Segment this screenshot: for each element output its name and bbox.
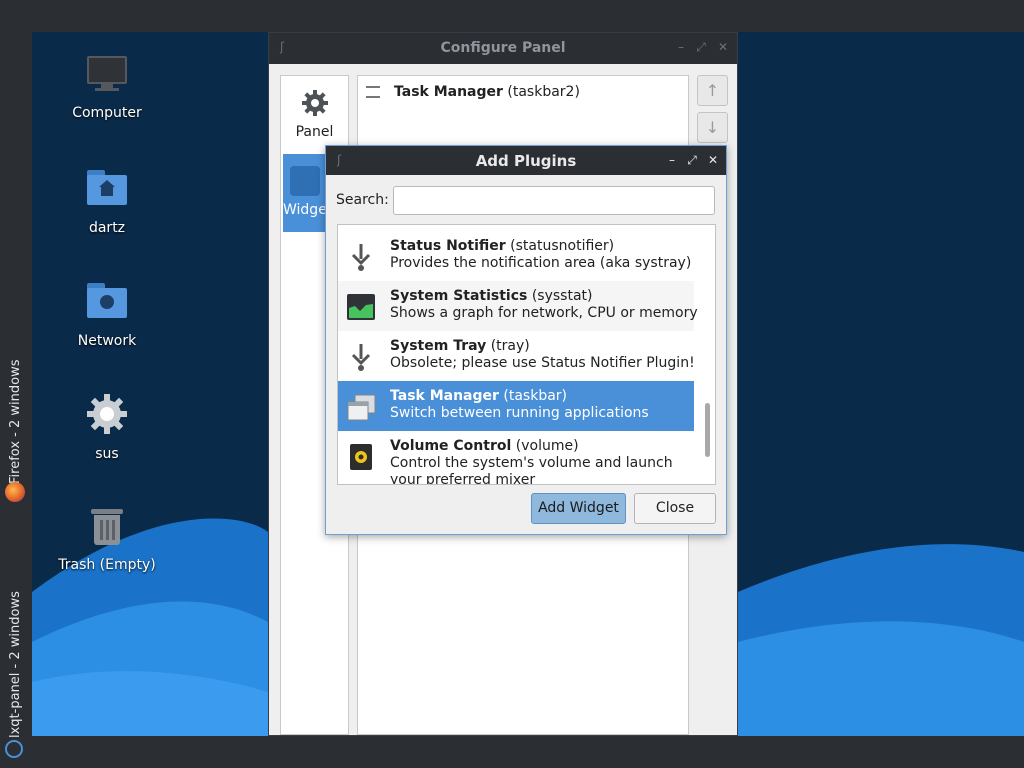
desktop-icon-label: dartz xyxy=(88,220,126,236)
plugin-item-sysstat[interactable]: System Statistics (sysstat) Shows a grap… xyxy=(338,281,698,331)
windows-icon xyxy=(347,394,376,421)
plugin-description: Shows a graph for network, CPU or memory xyxy=(390,305,698,321)
plugin-id: (taskbar) xyxy=(503,388,568,404)
desktop-icon-dartz[interactable]: dartz xyxy=(52,166,162,236)
download-arrow-icon xyxy=(351,244,371,271)
gear-icon xyxy=(85,392,129,436)
plugin-name: System Tray xyxy=(390,338,487,354)
desktop-icon-trash[interactable]: Trash (Empty) xyxy=(52,505,162,573)
plugin-item-statusnotifier[interactable]: Status Notifier (statusnotifier) Provide… xyxy=(338,231,694,281)
close-window-button[interactable]: ✕ xyxy=(716,39,730,55)
home-folder-icon xyxy=(85,166,129,210)
plugin-id: (tray) xyxy=(490,338,530,354)
download-arrow-icon xyxy=(351,344,371,371)
plugin-id: (volume) xyxy=(515,438,579,454)
bottom-bar xyxy=(0,736,1024,768)
desktop-icon-label: Network xyxy=(77,333,137,349)
maximize-button[interactable]: ⤢ xyxy=(685,152,699,168)
top-bar xyxy=(0,0,1024,32)
widget-name: Task Manager xyxy=(394,84,503,100)
title-bar[interactable]: ʃ Add Plugins – ⤢ ✕ xyxy=(326,146,726,175)
task-button-lxqt-panel[interactable]: lxqt-panel - 2 windows xyxy=(0,512,30,768)
network-folder-icon xyxy=(85,279,129,323)
plugin-name: Task Manager xyxy=(390,388,499,404)
plugin-description: Switch between running applications xyxy=(390,405,649,421)
add-plugins-dialog: ʃ Add Plugins – ⤢ ✕ Search: Status Notif… xyxy=(325,145,727,535)
desktop-icon-label: sus xyxy=(95,446,119,462)
category-widgets[interactable]: Widgets xyxy=(283,154,327,232)
move-up-button[interactable]: ↑ xyxy=(697,75,728,106)
widget-id: (taskbar2) xyxy=(507,84,580,100)
gear-icon xyxy=(281,88,348,118)
category-panel[interactable]: Panel xyxy=(281,76,348,154)
task-button-firefox[interactable]: Firefox - 2 windows xyxy=(0,350,30,510)
search-input[interactable] xyxy=(393,186,715,215)
search-label: Search: xyxy=(336,192,389,208)
plugin-item-taskbar[interactable]: Task Manager (taskbar) Switch between ru… xyxy=(338,381,694,431)
monitor-icon xyxy=(85,53,129,97)
desktop-icon-sus[interactable]: sus xyxy=(52,392,162,462)
category-label: Panel xyxy=(295,124,334,140)
close-button[interactable]: Close xyxy=(634,493,716,524)
desktop-icon-computer[interactable]: Computer xyxy=(52,53,162,121)
desktop-icon-label: Computer xyxy=(72,105,142,121)
desktop-icon-network[interactable]: Network xyxy=(52,279,162,349)
task-label: lxqt-panel - 2 windows xyxy=(8,591,23,738)
plugin-name: Volume Control xyxy=(390,438,512,454)
category-label: Widgets xyxy=(283,202,327,218)
move-down-button[interactable]: ↓ xyxy=(697,112,728,143)
minimize-button[interactable]: – xyxy=(674,39,688,55)
speaker-icon xyxy=(350,444,372,470)
puzzle-icon xyxy=(290,166,320,196)
trash-icon xyxy=(85,505,129,549)
plugin-description: Control the system's volume and launch y… xyxy=(390,455,673,485)
close-window-button[interactable]: ✕ xyxy=(706,152,720,168)
plugin-description: Provides the notification area (aka syst… xyxy=(390,255,692,271)
vertical-panel: Firefox - 2 windows lxqt-panel - 2 windo… xyxy=(0,32,32,768)
plugin-description: Obsolete; please use Status Notifier Plu… xyxy=(390,355,695,371)
task-label: Firefox - 2 windows xyxy=(8,359,23,484)
plugin-name: Status Notifier xyxy=(390,238,506,254)
plugin-item-volume[interactable]: Volume Control (volume) Control the syst… xyxy=(338,431,694,484)
plugin-id: (statusnotifier) xyxy=(510,238,615,254)
firefox-icon xyxy=(5,482,25,502)
plugin-item-tray[interactable]: System Tray (tray) Obsolete; please use … xyxy=(338,331,695,381)
graph-icon xyxy=(347,294,375,320)
title-bar[interactable]: ʃ Configure Panel – ⤢ ✕ xyxy=(269,33,737,64)
add-widget-button[interactable]: Add Widget xyxy=(531,493,626,524)
maximize-button[interactable]: ⤢ xyxy=(694,39,708,55)
minimize-button[interactable]: – xyxy=(665,152,679,168)
window-title: Configure Panel xyxy=(440,40,566,56)
scrollbar-thumb[interactable] xyxy=(705,403,710,457)
plugin-list: Status Notifier (statusnotifier) Provide… xyxy=(337,224,716,485)
plugin-name: System Statistics xyxy=(390,288,528,304)
lxqt-icon xyxy=(5,740,23,758)
task-manager-icon xyxy=(366,86,380,98)
desktop-icon-label: Trash (Empty) xyxy=(58,557,156,573)
plugin-id: (sysstat) xyxy=(531,288,593,304)
